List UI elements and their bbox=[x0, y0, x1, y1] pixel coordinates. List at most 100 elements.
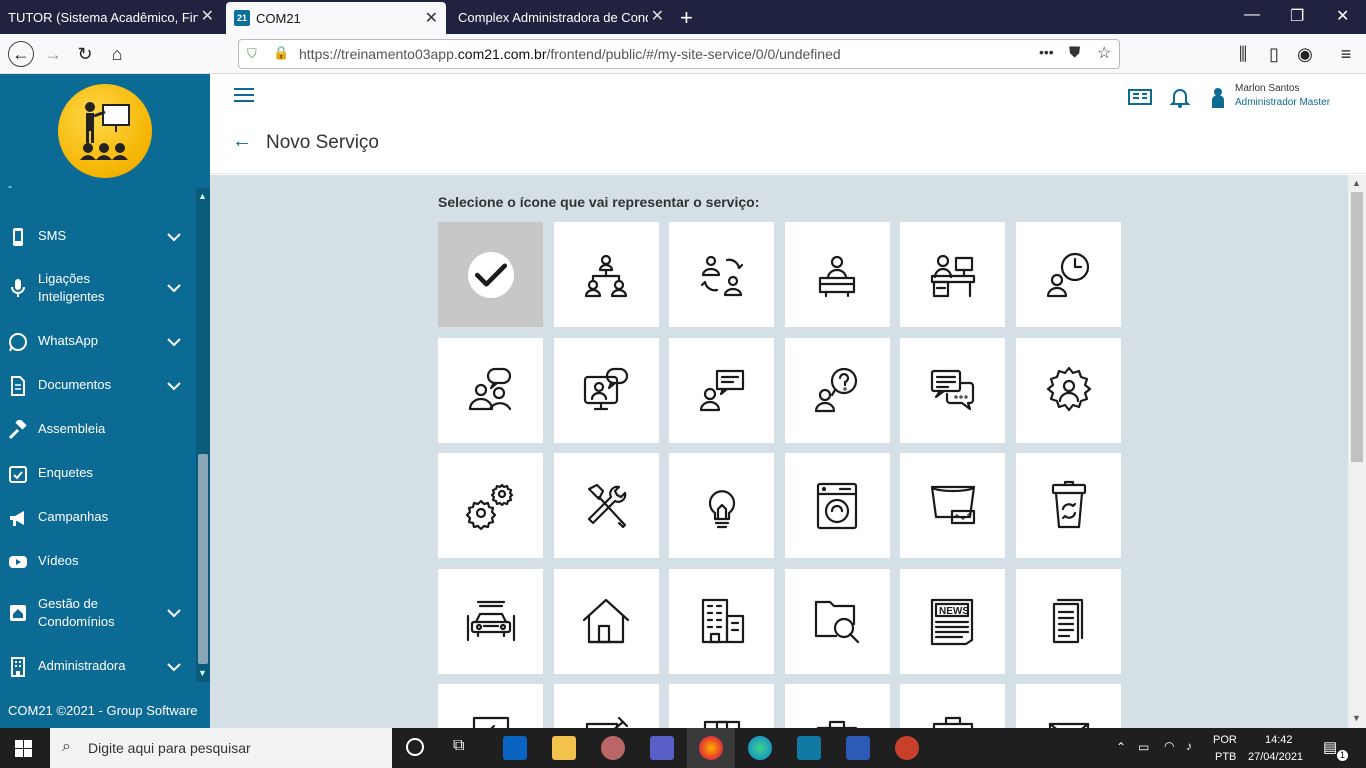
sidebar-item-administradora[interactable]: Administradora bbox=[0, 657, 196, 677]
task-view-icon[interactable]: ⧉ bbox=[453, 737, 464, 755]
hamburger-menu-icon[interactable] bbox=[234, 88, 254, 104]
service-icon-tile[interactable] bbox=[1016, 453, 1121, 558]
scroll-up-icon[interactable]: ▲ bbox=[198, 191, 207, 201]
service-icon-tile[interactable] bbox=[669, 337, 775, 443]
notifications-icon[interactable]: ▤ bbox=[1323, 738, 1337, 756]
service-icon-tile[interactable] bbox=[784, 222, 890, 327]
back-arrow-icon[interactable]: ← bbox=[232, 130, 252, 153]
bell-icon[interactable] bbox=[1167, 84, 1193, 110]
paint-icon[interactable] bbox=[601, 736, 625, 760]
service-icon-tile[interactable] bbox=[1016, 568, 1121, 674]
url-bar[interactable]: ⛉ 🔒 https://treinamento03app. com21.com.b… bbox=[238, 39, 1120, 69]
language-label[interactable]: POR bbox=[1213, 734, 1237, 746]
home-icon[interactable]: ⌂ bbox=[104, 41, 130, 67]
tray-chevron-icon[interactable]: ⌃ bbox=[1116, 740, 1126, 754]
service-icon-tile[interactable] bbox=[669, 222, 775, 327]
wifi-icon[interactable]: ◠ bbox=[1164, 739, 1174, 753]
windows-start-icon[interactable] bbox=[15, 740, 32, 757]
service-icon-tile[interactable] bbox=[1016, 222, 1121, 327]
service-icon-tile[interactable] bbox=[438, 453, 543, 558]
clock-date[interactable]: 27/04/2021 bbox=[1248, 751, 1303, 763]
service-icon-tile[interactable] bbox=[669, 568, 775, 674]
service-icon-tile[interactable] bbox=[669, 453, 775, 558]
chevron-down-icon[interactable] bbox=[166, 378, 182, 394]
service-icon-tile[interactable] bbox=[438, 337, 543, 443]
back-icon[interactable]: ← bbox=[8, 41, 34, 67]
chevron-down-icon[interactable] bbox=[166, 229, 182, 245]
sidebar-item-sms[interactable]: SMS bbox=[0, 227, 196, 247]
powerpoint-icon[interactable] bbox=[895, 736, 919, 760]
service-icon-tile[interactable] bbox=[438, 222, 543, 327]
service-icon-tile[interactable] bbox=[438, 568, 543, 674]
browser-tab-com21[interactable]: 21 COM21 ✕ bbox=[226, 2, 446, 34]
scroll-down-icon[interactable]: ▼ bbox=[198, 668, 207, 678]
close-tab-icon[interactable]: ✕ bbox=[651, 9, 664, 25]
cortana-icon[interactable] bbox=[406, 738, 424, 756]
firefox-icon[interactable] bbox=[699, 736, 723, 760]
service-icon-tile[interactable] bbox=[1016, 684, 1121, 728]
service-icon-tile[interactable] bbox=[784, 684, 890, 728]
chevron-down-icon[interactable] bbox=[166, 334, 182, 350]
service-icon-tile[interactable] bbox=[900, 337, 1006, 443]
sidebar-toggle-icon[interactable]: ▯ bbox=[1261, 41, 1287, 67]
page-scrollbar-thumb[interactable] bbox=[1351, 192, 1363, 462]
file-explorer-icon[interactable] bbox=[552, 736, 576, 760]
teams-icon[interactable] bbox=[650, 736, 674, 760]
service-icon-tile[interactable] bbox=[553, 453, 659, 558]
taskbar-search-box[interactable]: ⌕ Digite aqui para pesquisar bbox=[50, 728, 392, 768]
sidebar-item-v-deos[interactable]: Vídeos bbox=[0, 552, 196, 572]
close-tab-icon[interactable]: ✕ bbox=[425, 11, 438, 27]
page-actions-icon[interactable]: ••• bbox=[1039, 44, 1054, 60]
sidebar-item-assembleia[interactable]: Assembleia bbox=[0, 420, 196, 440]
sidebar-item-whatsapp[interactable]: WhatsApp bbox=[0, 332, 196, 352]
word-icon[interactable] bbox=[846, 736, 870, 760]
service-icon-tile[interactable] bbox=[900, 453, 1006, 558]
edge-icon[interactable] bbox=[748, 736, 772, 760]
chevron-down-icon[interactable] bbox=[166, 605, 182, 621]
bookmark-star-icon[interactable]: ☆ bbox=[1097, 43, 1111, 63]
scroll-up-icon[interactable]: ▲ bbox=[1352, 178, 1361, 188]
sidebar-scrollbar-thumb[interactable] bbox=[198, 454, 208, 664]
sidebar-item-enquetes[interactable]: Enquetes bbox=[0, 464, 196, 484]
sidebar-item-documentos[interactable]: Documentos bbox=[0, 376, 196, 396]
scroll-down-icon[interactable]: ▼ bbox=[1352, 713, 1361, 723]
battery-icon[interactable]: ▭ bbox=[1138, 740, 1149, 754]
library-icon[interactable]: ⫼ bbox=[1230, 41, 1256, 67]
service-icon-tile[interactable] bbox=[553, 684, 659, 728]
clock-time[interactable]: 14:42 bbox=[1265, 734, 1293, 746]
menu-icon[interactable]: ≡ bbox=[1333, 41, 1359, 67]
minimize-icon[interactable]: — bbox=[1244, 6, 1260, 24]
user-name[interactable]: Marlon Santos bbox=[1235, 83, 1299, 94]
close-tab-icon[interactable]: ✕ bbox=[201, 9, 214, 25]
service-icon-tile[interactable] bbox=[1016, 337, 1121, 443]
service-icon-tile[interactable] bbox=[438, 684, 543, 728]
sidebar-item-gest-o-de[interactable]: Gestão de Condomínios bbox=[0, 595, 196, 631]
service-icon-tile[interactable] bbox=[553, 568, 659, 674]
service-icon-tile[interactable] bbox=[900, 684, 1006, 728]
chevron-down-icon[interactable] bbox=[166, 280, 182, 296]
volume-icon[interactable]: ♪ bbox=[1186, 739, 1192, 753]
window-close-icon[interactable]: ✕ bbox=[1336, 6, 1349, 26]
chevron-down-icon[interactable] bbox=[166, 659, 182, 675]
browser-tab-complex[interactable]: Complex Administradora de Cond ✕ bbox=[450, 0, 672, 34]
reload-icon[interactable]: ↻ bbox=[72, 41, 98, 67]
user-icon[interactable] bbox=[1205, 84, 1231, 110]
sidebar-item-campanhas[interactable]: Campanhas bbox=[0, 508, 196, 528]
news-icon[interactable] bbox=[1127, 84, 1153, 110]
outlook-icon[interactable] bbox=[503, 736, 527, 760]
restore-icon[interactable]: ❐ bbox=[1290, 6, 1304, 26]
service-icon-tile[interactable] bbox=[784, 453, 890, 558]
service-icon-tile[interactable] bbox=[784, 337, 890, 443]
service-icon-tile[interactable] bbox=[553, 222, 659, 327]
forward-icon[interactable]: → bbox=[40, 41, 66, 67]
new-tab-icon[interactable]: + bbox=[680, 5, 693, 31]
pocket-icon[interactable]: ⛊ bbox=[1069, 44, 1080, 61]
s-app-icon[interactable] bbox=[797, 736, 821, 760]
service-icon-tile[interactable] bbox=[900, 222, 1006, 327]
service-icon-tile[interactable] bbox=[669, 684, 775, 728]
sidebar-item-liga-es[interactable]: Ligações Inteligentes bbox=[0, 270, 196, 306]
keyboard-label[interactable]: PTB bbox=[1215, 751, 1236, 763]
service-icon-tile[interactable] bbox=[553, 337, 659, 443]
account-icon[interactable]: ◉ bbox=[1292, 41, 1318, 67]
service-icon-tile[interactable] bbox=[784, 568, 890, 674]
